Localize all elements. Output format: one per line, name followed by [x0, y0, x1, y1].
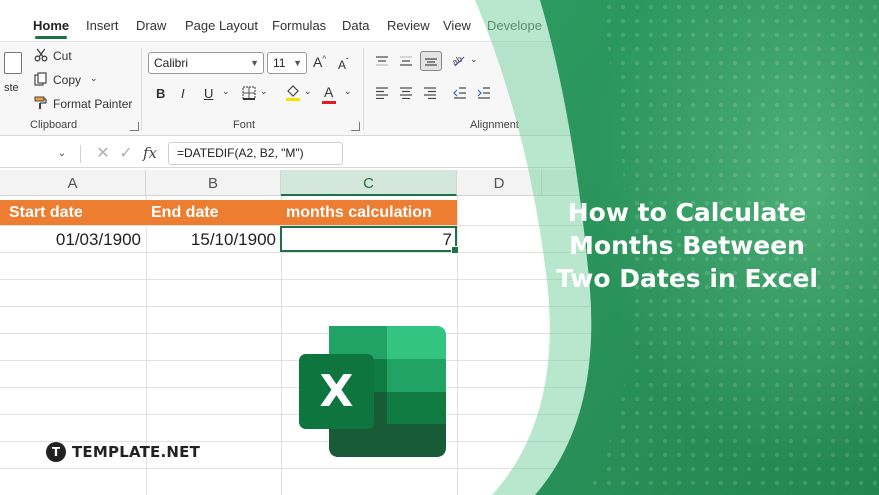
name-box-dropdown-icon[interactable]: ⌄	[55, 146, 69, 160]
grid-line	[457, 196, 458, 495]
tab-review[interactable]: Review	[387, 9, 430, 39]
headline-line-2: Months Between	[569, 231, 805, 260]
font-size-value: 11	[273, 56, 286, 70]
tab-data[interactable]: Data	[342, 9, 369, 39]
cell-a1[interactable]: Start date	[0, 200, 146, 225]
template-logo-text: TEMPLATE.NET	[72, 443, 201, 461]
column-headers: A B C D	[0, 170, 620, 196]
ribbon-divider	[141, 48, 142, 130]
headline-line-3: Two Dates in Excel	[555, 264, 818, 293]
tab-draw[interactable]: Draw	[136, 9, 166, 39]
cell-a2[interactable]: 01/03/1900	[0, 226, 146, 252]
font-color-dropdown-icon[interactable]: ⌄	[344, 86, 352, 97]
font-group-label: Font	[233, 119, 256, 131]
grid-line	[0, 279, 620, 280]
column-header-c[interactable]: C	[281, 170, 457, 196]
column-header-d[interactable]: D	[457, 170, 542, 196]
font-family-value: Calibri	[154, 56, 189, 70]
grid-line	[0, 306, 620, 307]
svg-text:ab: ab	[452, 54, 464, 67]
scissors-icon[interactable]	[33, 47, 49, 63]
grow-font-button[interactable]: A^	[313, 54, 326, 70]
copy-dropdown-icon[interactable]: ⌄	[90, 73, 98, 84]
borders-dropdown-icon[interactable]: ⌄	[260, 86, 268, 97]
tab-developer[interactable]: Develope	[487, 9, 542, 39]
align-center-icon[interactable]	[398, 86, 414, 100]
excel-logo-letter: X	[320, 366, 354, 417]
font-family-select[interactable]: Calibri ▼	[148, 52, 264, 74]
cancel-icon[interactable]: ✕	[95, 145, 111, 162]
font-launcher-icon[interactable]	[351, 122, 360, 131]
align-middle-icon[interactable]	[398, 54, 414, 68]
copy-icon[interactable]	[33, 71, 49, 87]
chevron-down-icon: ▼	[250, 58, 259, 68]
fill-color-dropdown-icon[interactable]: ⌄	[304, 86, 312, 97]
grid-line	[0, 252, 620, 253]
copy-button[interactable]: Copy	[53, 73, 81, 87]
clipboard-group-label: Clipboard	[30, 119, 78, 131]
template-net-logo: T TEMPLATE.NET	[46, 441, 200, 463]
ribbon: ste Cut Copy ⌄ Format Painter Clipboard …	[0, 41, 620, 136]
cut-button[interactable]: Cut	[53, 49, 72, 63]
align-bottom-icon[interactable]	[420, 51, 442, 71]
tab-home[interactable]: Home	[33, 9, 69, 39]
paste-icon[interactable]	[4, 52, 22, 74]
active-cell-cursor	[280, 226, 459, 254]
align-right-icon[interactable]	[422, 86, 438, 100]
alignment-group-label: Alignment	[470, 119, 519, 131]
chevron-down-icon: ▼	[293, 58, 302, 68]
formula-input[interactable]: =DATEDIF(A2, B2, "M")	[168, 142, 343, 165]
insert-function-icon[interactable]: fx	[141, 144, 159, 162]
confirm-icon[interactable]: ✓	[118, 145, 134, 162]
tab-page-layout[interactable]: Page Layout	[185, 9, 258, 39]
font-color-button[interactable]: A	[322, 84, 336, 104]
formula-bar: ⌄ ✕ ✓ fx =DATEDIF(A2, B2, "M")	[0, 140, 620, 168]
increase-indent-icon[interactable]	[476, 86, 492, 100]
underline-button[interactable]: U	[204, 86, 213, 101]
tab-formulas[interactable]: Formulas	[272, 9, 326, 39]
tab-insert[interactable]: Insert	[86, 9, 119, 39]
fill-color-icon[interactable]	[284, 83, 302, 103]
orientation-dropdown-icon[interactable]: ⌄	[470, 54, 478, 65]
paste-label[interactable]: ste	[4, 82, 19, 94]
bold-button[interactable]: B	[156, 86, 165, 101]
align-left-icon[interactable]	[374, 86, 390, 100]
cell-c1[interactable]: months calculation	[281, 200, 457, 225]
borders-icon[interactable]	[241, 85, 257, 101]
font-size-select[interactable]: 11 ▼	[267, 52, 307, 74]
cell-b1[interactable]: End date	[146, 200, 281, 225]
template-logo-mark: T	[46, 442, 66, 462]
ribbon-divider	[363, 48, 364, 130]
orientation-icon[interactable]: ab	[451, 52, 467, 68]
headline-line-1: How to Calculate	[567, 198, 807, 227]
format-painter-icon[interactable]	[33, 95, 49, 111]
tab-view[interactable]: View	[443, 9, 471, 39]
column-header-b[interactable]: B	[146, 170, 281, 196]
underline-dropdown-icon[interactable]: ⌄	[222, 86, 230, 97]
clipboard-launcher-icon[interactable]	[130, 122, 139, 131]
cell-b2[interactable]: 15/10/1900	[146, 226, 281, 252]
italic-button[interactable]: I	[181, 86, 185, 101]
formula-divider	[80, 145, 81, 163]
format-painter-button[interactable]: Format Painter	[53, 97, 132, 111]
grid-line	[0, 468, 620, 469]
decrease-indent-icon[interactable]	[452, 86, 468, 100]
excel-logo-icon: X	[299, 326, 446, 457]
shrink-font-button[interactable]: Aˇ	[338, 57, 349, 72]
ribbon-tab-bar: Home Insert Draw Page Layout Formulas Da…	[0, 9, 620, 39]
align-top-icon[interactable]	[374, 54, 390, 68]
headline: How to Calculate Months Between Two Date…	[535, 196, 839, 295]
column-header-a[interactable]: A	[0, 170, 146, 196]
